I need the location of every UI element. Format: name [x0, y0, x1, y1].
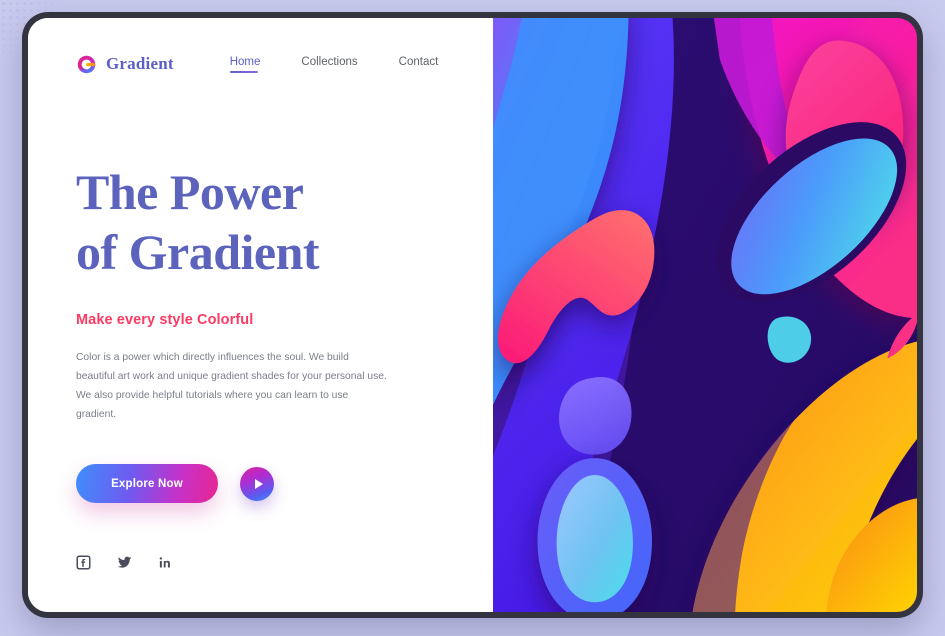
google-g-logo-icon — [77, 55, 96, 73]
gradient-artwork-panel — [493, 18, 917, 612]
play-triangle-icon — [254, 478, 263, 489]
twitter-icon[interactable] — [116, 555, 133, 570]
page-title: The Power of Gradient — [76, 164, 320, 280]
explore-now-button[interactable]: Explore Now — [76, 464, 218, 503]
facebook-icon[interactable] — [76, 555, 91, 570]
content-panel: Gradient Home Collections Contact The Po… — [28, 18, 493, 612]
brand-logo[interactable]: Gradient — [76, 54, 174, 75]
hero-body-text: Color is a power which directly influenc… — [76, 352, 387, 420]
linkedin-icon[interactable] — [158, 555, 173, 570]
social-links — [76, 555, 173, 570]
brand-name: Gradient — [106, 54, 174, 73]
device-frame: Gradient Home Collections Contact The Po… — [22, 12, 923, 618]
hero-subtitle: Make every style Colorful — [76, 312, 254, 328]
navbar: Gradient Home Collections Contact — [28, 44, 493, 84]
device-screen: Gradient Home Collections Contact The Po… — [28, 18, 917, 612]
nav-link-collections[interactable]: Collections — [301, 56, 357, 73]
cta-row: Explore Now — [76, 464, 493, 503]
nav-link-contact[interactable]: Contact — [399, 56, 439, 73]
nav-link-home[interactable]: Home — [229, 56, 260, 73]
nav-links: Home Collections Contact — [229, 56, 439, 73]
play-video-button[interactable] — [240, 466, 274, 501]
hero-section: The Power of Gradient Make every style C… — [28, 84, 493, 503]
abstract-gradient-artwork — [493, 18, 917, 612]
